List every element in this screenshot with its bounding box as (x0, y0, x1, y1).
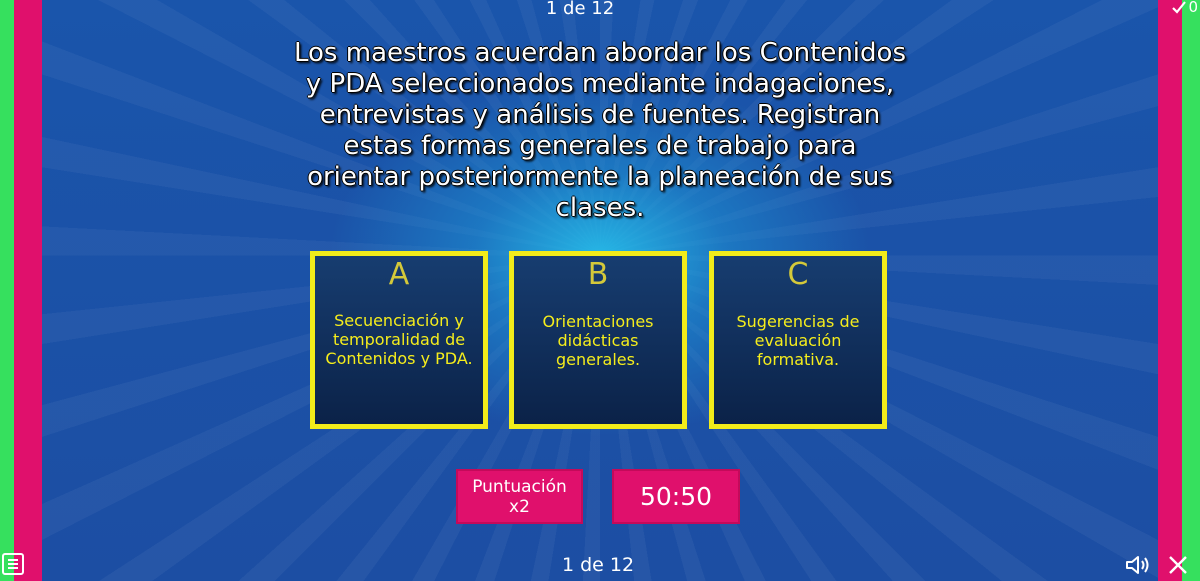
answer-option-b[interactable]: B Orientaciones didácticas generales. (509, 251, 687, 429)
answer-option-c[interactable]: C Sugerencias de evaluación formativa. (709, 251, 887, 429)
answer-text: Orientaciones didácticas generales. (542, 311, 654, 369)
menu-icon[interactable] (2, 553, 24, 575)
speaker-icon[interactable] (1124, 553, 1154, 577)
answer-option-a[interactable]: A Secuenciación y temporalidad de Conten… (310, 251, 488, 429)
right-green-border (1182, 0, 1200, 581)
answer-text: Secuenciación y temporalidad de Contenid… (325, 310, 473, 368)
score-multiplier-box: Puntuación x2 (456, 469, 583, 524)
answer-letter: C (787, 257, 809, 292)
question-text: Los maestros acuerdan abordar los Conten… (294, 38, 906, 223)
score-multiplier: x2 (509, 497, 530, 517)
right-pink-border (1158, 0, 1182, 581)
question-counter-bottom: 1 de 12 (561, 554, 635, 576)
close-icon[interactable] (1166, 553, 1190, 577)
timer-box: 50:50 (612, 469, 740, 524)
score-label: Puntuación (472, 477, 567, 497)
left-pink-border (14, 0, 42, 581)
correct-score: 0 (1172, 0, 1198, 18)
correct-score-value: 0 (1188, 0, 1198, 16)
answer-text: Sugerencias de evaluación formativa. (736, 311, 860, 369)
answer-letter: B (587, 257, 609, 292)
timer-value: 50:50 (639, 482, 713, 511)
check-icon (1172, 0, 1187, 18)
question-counter-top: 1 de 12 (545, 0, 615, 19)
left-green-border (0, 0, 14, 581)
answer-letter: A (388, 257, 410, 292)
game-stage: 1 de 12 0 Los maestros acuerdan abordar … (0, 0, 1200, 581)
